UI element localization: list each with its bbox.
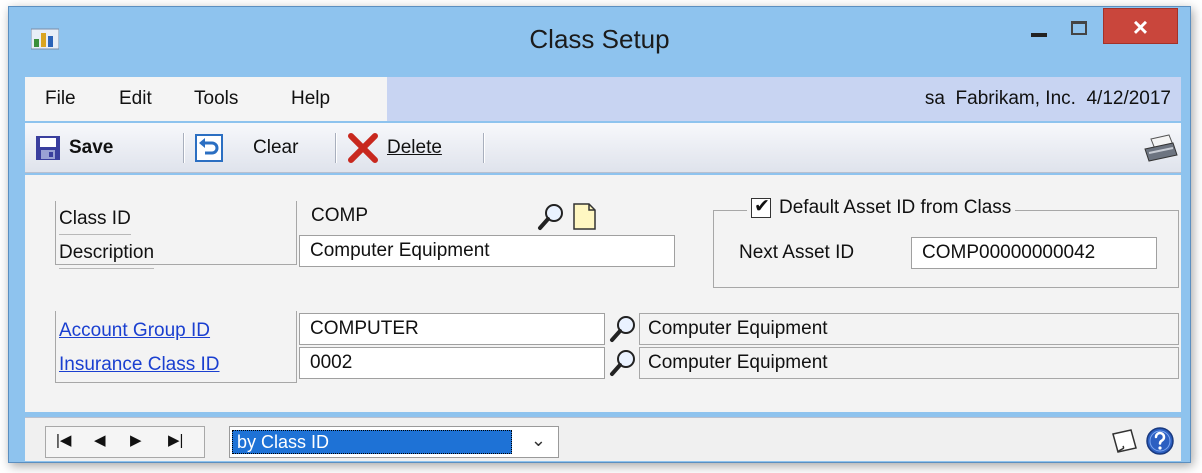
- description-label: Description: [59, 237, 155, 269]
- menu-edit[interactable]: Edit: [119, 88, 152, 110]
- account-group-id-input[interactable]: COMPUTER: [299, 313, 605, 345]
- clear-icon: [195, 134, 223, 162]
- insurance-class-lookup-icon[interactable]: [609, 348, 639, 378]
- sort-by-selected: by Class ID: [232, 430, 512, 454]
- menu-bar: File Edit Tools Help sa Fabrikam, Inc. 4…: [25, 77, 1181, 121]
- close-icon: ×: [1132, 12, 1149, 42]
- sort-by-dropdown[interactable]: by Class ID ⌄: [229, 426, 559, 458]
- maximize-icon: [1071, 21, 1087, 35]
- minimize-icon: [1031, 33, 1047, 37]
- clear-button[interactable]: Clear: [195, 131, 298, 165]
- toolbar-separator: [483, 133, 485, 163]
- description-input[interactable]: Computer Equipment: [299, 235, 675, 267]
- insurance-class-description: Computer Equipment: [639, 347, 1179, 379]
- close-button[interactable]: ×: [1103, 8, 1178, 44]
- account-group-description: Computer Equipment: [639, 313, 1179, 345]
- note-icon[interactable]: [1109, 426, 1139, 456]
- previous-record-button[interactable]: ◀: [94, 431, 106, 449]
- default-asset-legend: ✔ Default Asset ID from Class: [747, 196, 1016, 219]
- account-group-id-link[interactable]: Account Group ID: [59, 315, 210, 347]
- status-bar: |◀ ◀ ▶ ▶| by Class ID ⌄: [25, 417, 1181, 461]
- save-button[interactable]: Save: [35, 131, 113, 165]
- last-record-button[interactable]: ▶|: [168, 431, 183, 449]
- minimize-button[interactable]: [1021, 11, 1057, 45]
- checkmark-icon: ✔: [754, 196, 770, 217]
- save-icon: [36, 136, 60, 160]
- class-id-input[interactable]: COMP: [301, 201, 535, 233]
- save-label: Save: [69, 137, 114, 158]
- user-company-date: sa Fabrikam, Inc. 4/12/2017: [924, 88, 1171, 109]
- menu-items-area: File Edit Tools Help: [25, 77, 387, 121]
- class-id-label: Class ID: [59, 203, 131, 235]
- new-note-icon[interactable]: [569, 201, 599, 231]
- window-title: Class Setup: [529, 24, 670, 54]
- insurance-class-id-input[interactable]: 0002: [299, 347, 605, 379]
- printer-icon[interactable]: [1143, 133, 1179, 165]
- form-content: Class ID Description COMP Computer Equip…: [25, 175, 1181, 412]
- next-asset-id-input[interactable]: COMP00000000042: [911, 237, 1157, 269]
- next-asset-id-label: Next Asset ID: [739, 242, 855, 263]
- delete-x-icon: [348, 133, 378, 163]
- clear-label: Clear: [253, 137, 299, 158]
- account-group-lookup-icon[interactable]: [609, 314, 639, 344]
- menu-help[interactable]: Help: [291, 88, 330, 110]
- delete-button[interactable]: Delete: [347, 131, 442, 165]
- menu-tools[interactable]: Tools: [194, 88, 238, 110]
- default-asset-label: Default Asset ID from Class: [779, 197, 1012, 218]
- help-icon[interactable]: [1145, 426, 1175, 456]
- default-asset-checkbox[interactable]: ✔: [751, 196, 771, 218]
- delete-label: Delete: [387, 137, 442, 158]
- toolbar-separator: [183, 133, 185, 163]
- maximize-button[interactable]: [1061, 11, 1097, 45]
- next-record-button[interactable]: ▶: [130, 431, 142, 449]
- class-id-lookup-icon[interactable]: [537, 202, 567, 232]
- toolbar: Save Clear Delete: [25, 123, 1181, 173]
- menu-file[interactable]: File: [45, 88, 76, 110]
- title-bar[interactable]: Class Setup ×: [9, 7, 1190, 73]
- class-setup-window: Class Setup × File Edit Tools Help sa Fa…: [8, 6, 1191, 463]
- chevron-down-icon: ⌄: [530, 430, 546, 450]
- insurance-class-id-link[interactable]: Insurance Class ID: [59, 349, 220, 381]
- record-navigation: |◀ ◀ ▶ ▶|: [45, 426, 205, 458]
- first-record-button[interactable]: |◀: [56, 431, 71, 449]
- toolbar-separator: [335, 133, 337, 163]
